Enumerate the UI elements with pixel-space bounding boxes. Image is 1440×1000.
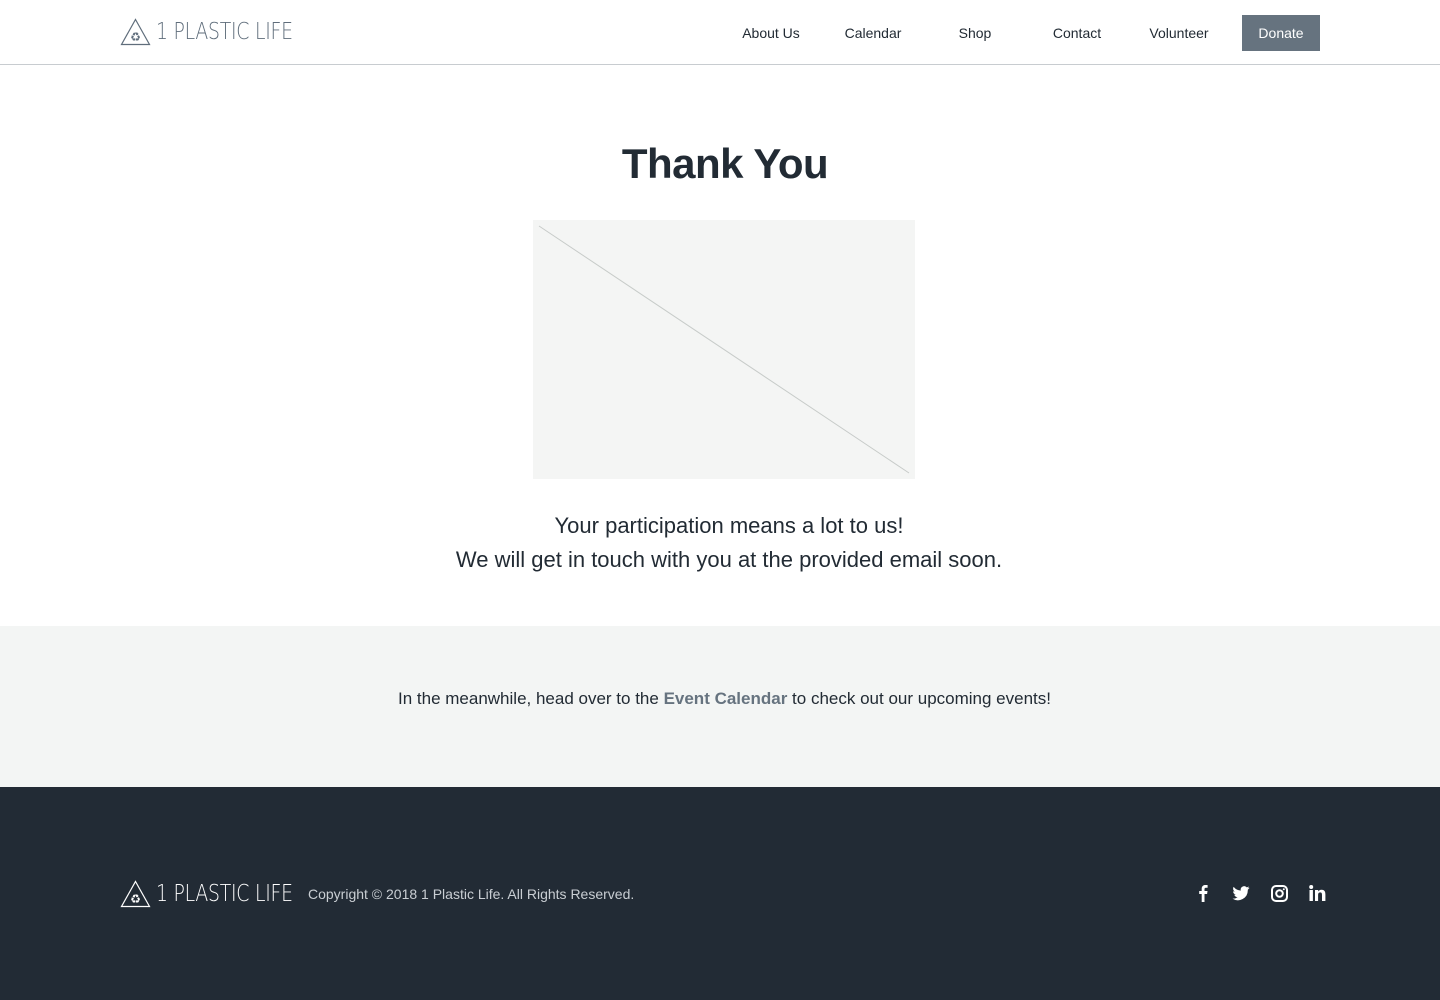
nav-item-contact[interactable]: Contact bbox=[1026, 25, 1128, 41]
nav-item-shop[interactable]: Shop bbox=[924, 25, 1026, 41]
recycle-triangle-icon: ♻ bbox=[120, 880, 151, 908]
svg-text:♻: ♻ bbox=[130, 30, 141, 44]
svg-text:♻: ♻ bbox=[130, 892, 141, 906]
image-placeholder bbox=[533, 220, 915, 479]
nav-item-about-us[interactable]: About Us bbox=[720, 25, 822, 41]
site-footer: ♻ 1 PLASTIC LIFE Copyright © 2018 1 Plas… bbox=[0, 787, 1440, 1000]
footer-brand-name: 1 PLASTIC LIFE bbox=[156, 881, 293, 907]
donate-button[interactable]: Donate bbox=[1242, 15, 1320, 51]
facebook-icon[interactable] bbox=[1184, 882, 1222, 904]
placeholder-diagonal bbox=[538, 225, 910, 474]
recycle-triangle-icon: ♻ bbox=[120, 18, 151, 46]
site-header: ♻ 1 PLASTIC LIFE About Us Calendar Shop … bbox=[0, 0, 1440, 65]
nav-item-calendar[interactable]: Calendar bbox=[822, 25, 924, 41]
copyright-text: Copyright © 2018 1 Plastic Life. All Rig… bbox=[308, 886, 635, 902]
callout-text-before: In the meanwhile, head over to the bbox=[398, 689, 664, 708]
callout-text-after: to check out our upcoming events! bbox=[787, 689, 1051, 708]
brand-name: 1 PLASTIC LIFE bbox=[156, 19, 293, 45]
footer-brand-logo[interactable]: ♻ 1 PLASTIC LIFE bbox=[120, 879, 323, 909]
callout-text: In the meanwhile, head over to the Event… bbox=[0, 689, 1440, 709]
nav-item-volunteer[interactable]: Volunteer bbox=[1128, 25, 1230, 41]
event-calendar-link[interactable]: Event Calendar bbox=[664, 689, 788, 708]
brand-logo[interactable]: ♻ 1 PLASTIC LIFE bbox=[120, 17, 323, 47]
thank-you-message-line2: We will get in touch with you at the pro… bbox=[455, 547, 1003, 572]
linkedin-icon[interactable] bbox=[1298, 882, 1336, 904]
social-links bbox=[1184, 882, 1336, 904]
thank-you-message-line1: Your participation means a lot to us! bbox=[554, 513, 904, 538]
instagram-icon[interactable] bbox=[1260, 882, 1298, 904]
twitter-icon[interactable] bbox=[1222, 882, 1260, 904]
main-nav: About Us Calendar Shop Contact Volunteer bbox=[720, 15, 1230, 51]
page-title: Thank You bbox=[621, 140, 829, 187]
